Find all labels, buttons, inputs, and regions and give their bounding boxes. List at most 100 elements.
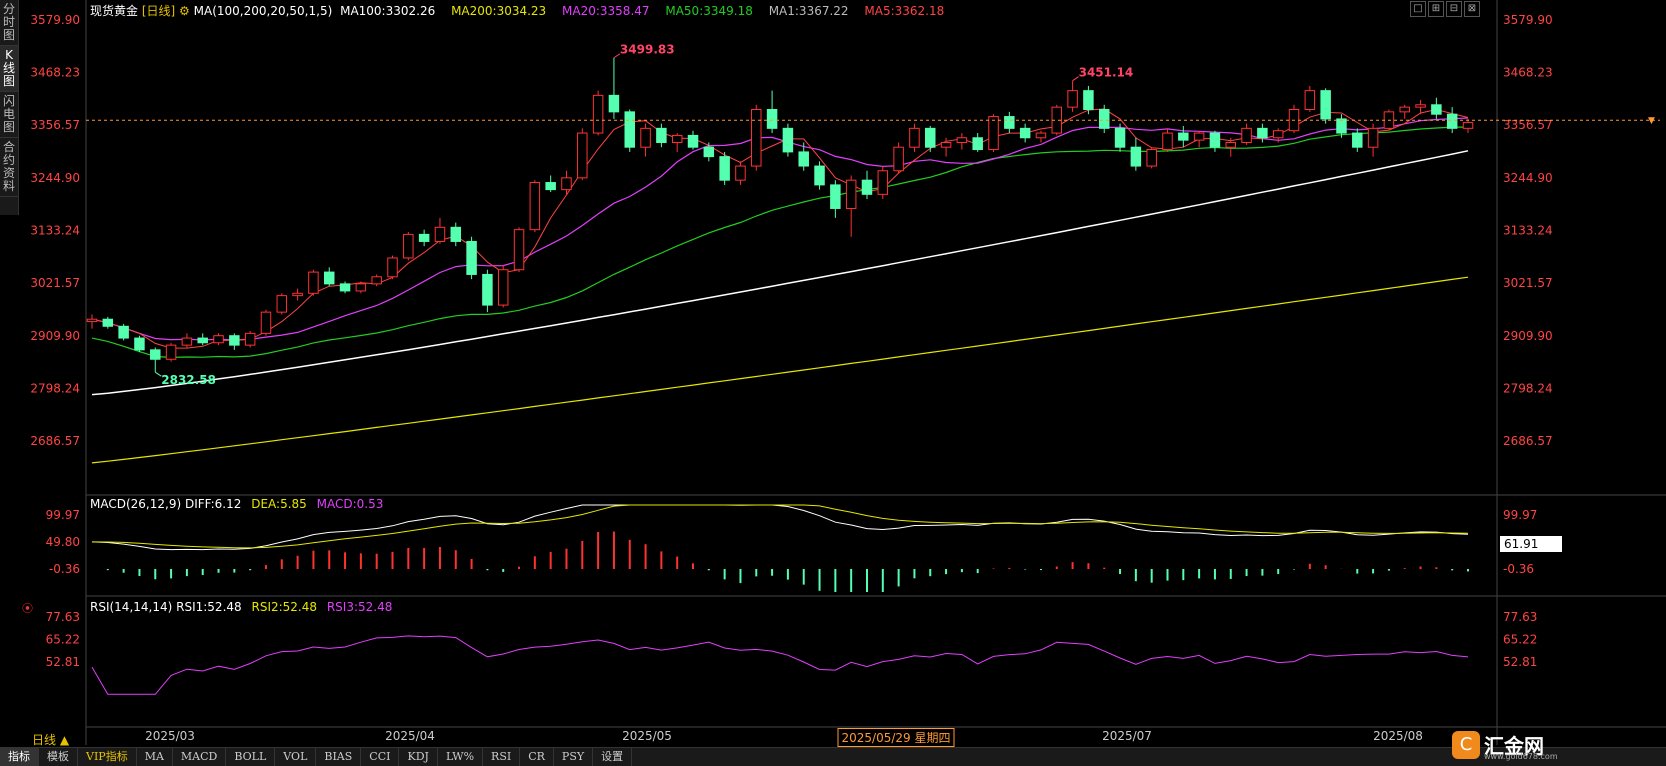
last-price-arrow: ▼ (1648, 116, 1655, 126)
ma20-value: MA20:3358.47 (562, 4, 650, 18)
indicator-tab-8[interactable]: CCI (361, 748, 400, 766)
logo-url: www.gold678.com (1484, 752, 1558, 761)
ma50-line (91, 126, 1468, 359)
candle-body (577, 132, 588, 179)
indicator-tab-12[interactable]: CR (520, 748, 554, 766)
rsi-tick-label: 65.22 (1503, 633, 1537, 647)
candle-body (909, 127, 920, 148)
candle-body (1098, 108, 1110, 129)
date-axis: 2025/03 2025/04 2025/05 2025/07 2025/08 2025/… (85, 728, 1497, 747)
indicator-tab-1[interactable]: 模板 (39, 748, 78, 766)
ma100-value: MA100:3302.26 (340, 4, 436, 18)
indicator-close-icon[interactable]: ⦿ (22, 600, 33, 616)
annotation-label: 3499.83 (620, 43, 675, 57)
candle-body (1352, 132, 1363, 148)
candle-body (1130, 146, 1142, 167)
window-control-3[interactable]: ⊠ (1464, 1, 1480, 17)
indicator-tab-9[interactable]: KDJ (399, 748, 438, 766)
candle-body (1320, 90, 1331, 120)
rsi-tick-label: 65.22 (46, 633, 80, 647)
indicator-tab-2[interactable]: VIP指标 (78, 748, 137, 766)
price-tick-label: 3468.23 (30, 66, 80, 80)
candle-body (940, 141, 952, 148)
macd-diff-line (91, 504, 1469, 551)
indicator-tab-10[interactable]: LW% (438, 748, 484, 766)
candle-body (1114, 127, 1126, 148)
price-tick-label: 3133.24 (1503, 223, 1553, 237)
macd-params: MACD(26,12,9) (90, 497, 182, 511)
settings-icon[interactable]: ⚙ (179, 4, 190, 18)
candle-body (782, 127, 794, 153)
candle-body (213, 335, 224, 344)
macd-dea-line (91, 504, 1469, 549)
ma100-line (91, 150, 1469, 396)
price-tick-label: 2798.24 (30, 381, 80, 395)
candle-body (1067, 90, 1078, 108)
window-control-0[interactable]: □ (1410, 1, 1426, 17)
price-tick-label: 2686.57 (30, 434, 80, 448)
indicator-tab-6[interactable]: VOL (275, 748, 317, 766)
candle-body (1446, 113, 1458, 129)
macd-tick-label: 99.97 (46, 508, 80, 522)
candle-body (1367, 127, 1379, 148)
candle-body (1272, 130, 1284, 139)
date-label: 2025/07 (1102, 729, 1152, 743)
price-tick-label: 3021.57 (1503, 276, 1553, 290)
price-tick-label: 3244.90 (30, 171, 80, 185)
date-label: 2025/08 (1373, 729, 1423, 743)
rsi-params: RSI(14,14,14) (90, 600, 173, 614)
indicator-tabbar: 指标 模板 VIP指标 MA MACD BOLL VOL BIAS CCI KDJ LW% RSI CR… (0, 747, 1666, 766)
candle-body (1035, 132, 1047, 139)
indicator-tab-14[interactable]: 设置 (593, 748, 633, 766)
candle-body (1241, 127, 1252, 143)
chart-header: 现货黄金 [日线] ⚙ MA(100,200,20,50,1,5) MA100:… (90, 2, 944, 19)
annotation-label: 2832.58 (161, 373, 216, 387)
window-control-1[interactable]: ⊞ (1428, 1, 1444, 17)
candle-body (482, 273, 493, 306)
candle-body (1257, 127, 1268, 139)
indicator-tab-4[interactable]: MACD (173, 748, 227, 766)
candle-body (260, 311, 272, 334)
candle-body (418, 233, 430, 242)
candle-body (102, 318, 114, 327)
indicator-tab-13[interactable]: PSY (554, 748, 594, 766)
symbol-name: 现货黄金 (90, 4, 139, 18)
indicator-tab-5[interactable]: BOLL (226, 748, 276, 766)
rsi-tick-label: 52.81 (46, 655, 80, 669)
indicator-tab-0[interactable]: 指标 (0, 748, 39, 766)
candle-body (292, 292, 303, 297)
candle-body (687, 134, 699, 148)
price-tick-label: 3468.23 (1503, 66, 1553, 80)
candle-body (450, 226, 462, 242)
candle-body (861, 179, 873, 195)
price-tick-label: 2909.90 (1503, 329, 1553, 343)
candle-body (1193, 132, 1205, 141)
candle-body (798, 151, 809, 167)
candle-body (355, 283, 367, 292)
candle-body (1162, 132, 1173, 151)
macd-header: MACD(26,12,9) DIFF:6.12 DEA:5.85 MACD:0.… (90, 497, 383, 511)
period-button[interactable]: 日线 ▲ (32, 731, 69, 748)
price-chart[interactable]: 3579.90 3579.903468.23 3468.233356.57 3356.… (0, 0, 1666, 765)
candle-body (656, 127, 667, 143)
candle-body (276, 295, 288, 313)
period-label[interactable]: [日线] (142, 4, 175, 18)
indicator-tab-7[interactable]: BIAS (316, 748, 362, 766)
indicator-tab-3[interactable]: MA (137, 748, 173, 766)
price-tick-label: 3579.90 (30, 13, 80, 27)
candle-body (466, 240, 477, 275)
price-tick-label: 2798.24 (1503, 381, 1553, 395)
candle-body (244, 332, 256, 346)
ma200-line (91, 276, 1469, 464)
candle-body (1209, 132, 1221, 148)
candle-body (1462, 122, 1474, 129)
rsi-header: RSI(14,14,14) RSI1:52.48 RSI2:52.48 RSI3… (90, 600, 392, 614)
candle-body (830, 184, 841, 209)
window-control-2[interactable]: ⊟ (1446, 1, 1462, 17)
candle-body (165, 344, 177, 360)
logo-mark: C (1452, 730, 1480, 759)
rsi3-value: RSI3:52.48 (326, 600, 393, 614)
indicator-tab-11[interactable]: RSI (483, 748, 521, 766)
candle-body (956, 137, 968, 143)
macd-tick-label: 99.97 (1503, 508, 1537, 522)
